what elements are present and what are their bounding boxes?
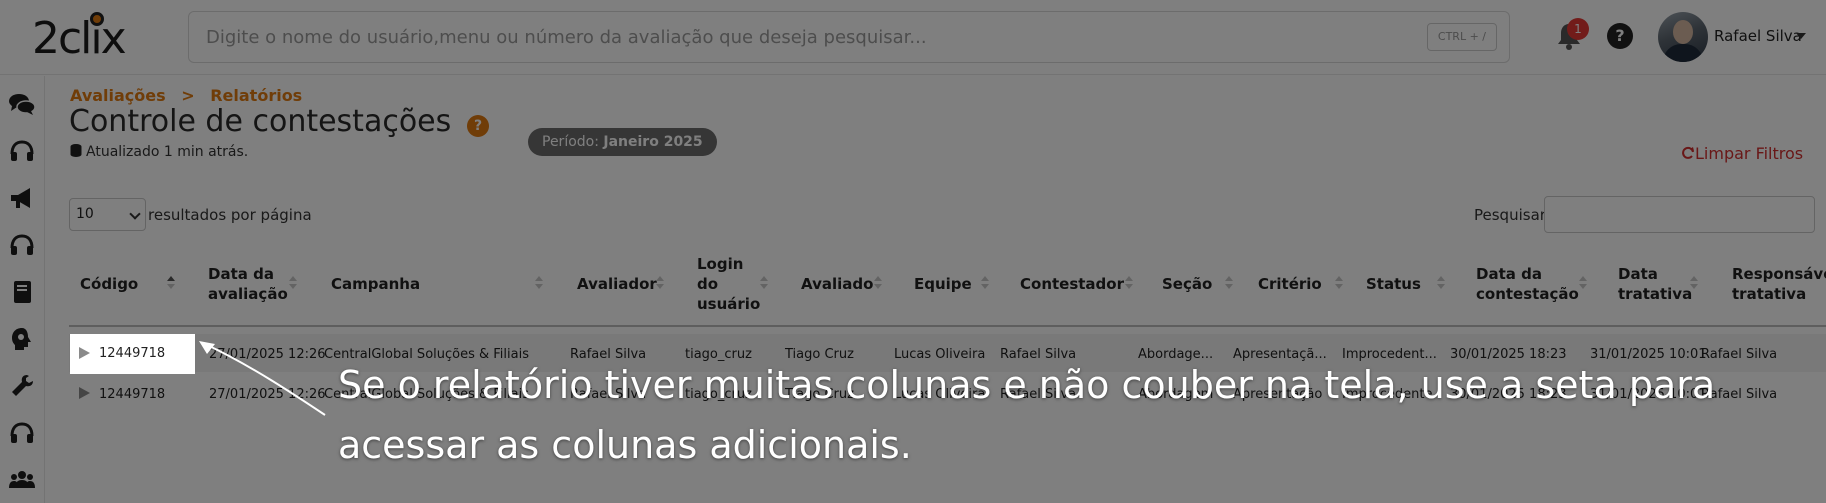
pointer-arrow bbox=[199, 341, 326, 416]
highlighted-code: 12449718 bbox=[99, 346, 166, 361]
highlighted-cell[interactable]: 12449718 bbox=[70, 334, 195, 374]
expand-arrow-icon[interactable] bbox=[79, 347, 90, 359]
tooltip-text: Se o relatório tiver muitas colunas e nã… bbox=[338, 363, 1716, 467]
